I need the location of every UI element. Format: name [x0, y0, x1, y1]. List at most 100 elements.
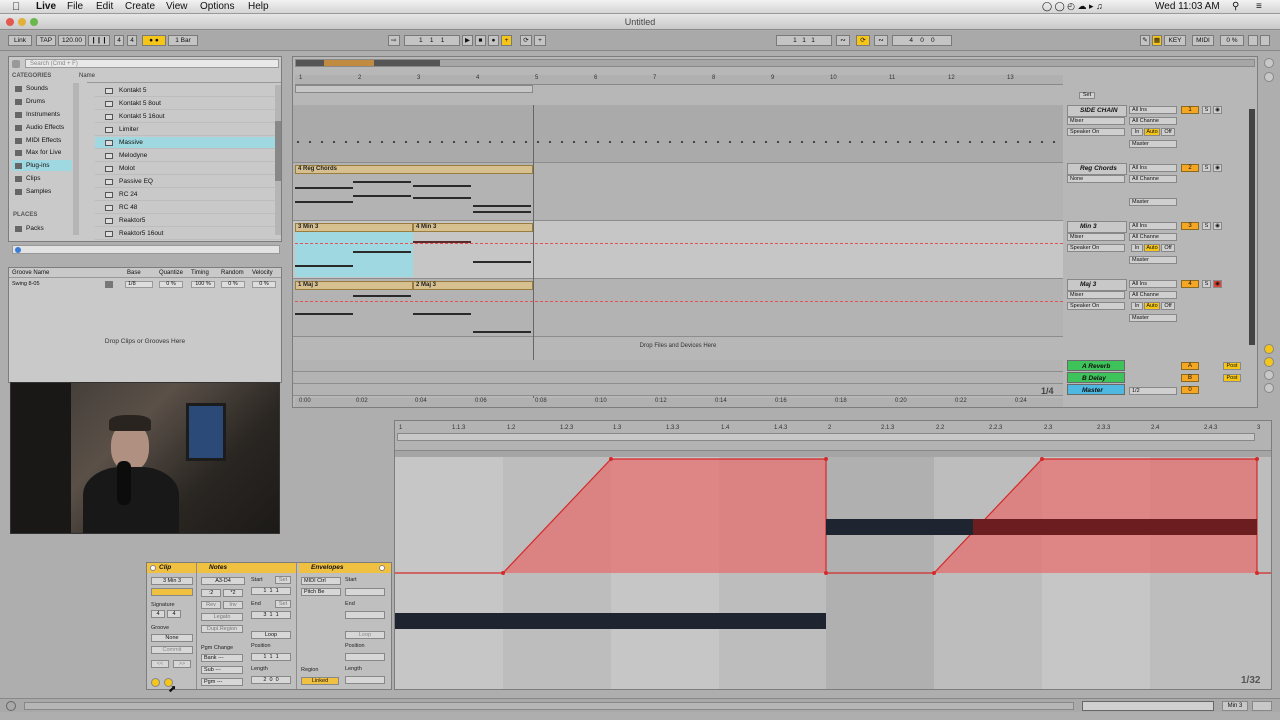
arrangement-overview[interactable]	[295, 59, 1255, 67]
return-b-header[interactable]: B Delay	[1067, 372, 1125, 383]
master-header[interactable]: Master	[1067, 384, 1125, 395]
clip-min3-a[interactable]: 3 Min 3	[295, 223, 413, 232]
position-value[interactable]: 1 1 1	[251, 653, 291, 661]
current-track-label[interactable]: Min 3	[1222, 701, 1248, 711]
info-toggle-icon[interactable]	[6, 701, 16, 711]
sub-field[interactable]: Sub ---	[201, 666, 243, 674]
invert-button[interactable]: Inv	[223, 601, 243, 609]
browser-search-input[interactable]: Search (Cmd + F)	[25, 59, 279, 68]
track-header-side-chain[interactable]: SIDE CHAIN	[1067, 105, 1127, 117]
clip-maj3-a[interactable]: 1 Maj 3	[295, 281, 413, 290]
sends-toggle-icon[interactable]	[1264, 357, 1274, 367]
browser-item[interactable]: Limiter	[95, 124, 281, 136]
category-drums[interactable]: Drums	[12, 96, 72, 107]
track-device-select[interactable]: Mixer	[1067, 117, 1125, 125]
detail-track-selector[interactable]	[1082, 701, 1214, 711]
return-a-header[interactable]: A Reverb	[1067, 360, 1125, 371]
track-device-select[interactable]: Mixer	[1067, 233, 1125, 241]
clip-name-field[interactable]: 3 Min 3	[151, 577, 193, 585]
clip-toggle-icon[interactable]	[150, 565, 156, 571]
track-input-select[interactable]: All Ins	[1129, 222, 1177, 230]
list-icon[interactable]: ≡	[1256, 1, 1262, 12]
clip-groove-select[interactable]: None	[151, 634, 193, 642]
groove-row[interactable]: Swing 8-05 1/8 0 % 100 % 0 % 0 %	[9, 280, 281, 289]
track-output-select[interactable]: Speaker On	[1067, 302, 1125, 310]
transpose-half[interactable]: :2	[201, 589, 221, 597]
return-a-activator[interactable]: A	[1181, 362, 1199, 370]
envelope-breakpoint[interactable]	[501, 571, 505, 575]
add-icon[interactable]: +	[534, 35, 546, 46]
menu-options[interactable]: Options	[200, 1, 234, 12]
envelope-breakpoint[interactable]	[932, 571, 936, 575]
loop-start[interactable]: 1 1 1	[776, 35, 832, 46]
set-locator-button[interactable]: Set	[1079, 92, 1095, 99]
browser-item[interactable]: Kontakt 5 16out	[95, 111, 281, 123]
solo-button[interactable]: S	[1202, 222, 1211, 230]
track-channel-select[interactable]: All Channe	[1129, 175, 1177, 183]
category-sounds[interactable]: Sounds	[12, 83, 72, 94]
category-clips[interactable]: Clips	[12, 173, 72, 184]
browser-item[interactable]: Reaktor5 16out	[95, 228, 281, 240]
monitor-off[interactable]: Off	[1161, 128, 1175, 136]
loop-switch[interactable]: ⟳	[856, 35, 870, 46]
env-start-value[interactable]	[345, 588, 385, 596]
monitor-in[interactable]: In	[1131, 244, 1143, 252]
arm-button[interactable]: ◉	[1213, 164, 1222, 172]
envelope-breakpoint[interactable]	[824, 571, 828, 575]
env-length-value[interactable]	[345, 676, 385, 684]
category-max-for-live[interactable]: Max for Live	[12, 147, 72, 158]
groove-timing[interactable]: 100 %	[191, 281, 215, 288]
browser-item[interactable]: Passive EQ	[95, 176, 281, 188]
track-channel-select[interactable]: All Channe	[1129, 291, 1177, 299]
track-channel-select[interactable]: All Channe	[1129, 233, 1177, 241]
category-samples[interactable]: Samples	[12, 186, 72, 197]
sig-den[interactable]: 4	[127, 35, 137, 46]
tempo-field[interactable]: 120.00	[58, 35, 86, 46]
groove-random[interactable]: 0 %	[221, 281, 245, 288]
name-column-header[interactable]	[87, 73, 281, 83]
length-value[interactable]: 2 0 0	[251, 676, 291, 684]
clip-loop-brace[interactable]	[397, 433, 1255, 441]
apple-icon[interactable]: 	[12, 1, 20, 13]
envelope-breakpoint[interactable]	[824, 457, 828, 461]
groove-velocity[interactable]: 0 %	[252, 281, 276, 288]
return-lane-b[interactable]	[293, 372, 1063, 384]
master-activator[interactable]: 0	[1181, 386, 1199, 394]
track-header-maj-3[interactable]: Maj 3	[1067, 279, 1127, 291]
monitor-in[interactable]: In	[1131, 128, 1143, 136]
track-output-select[interactable]: Speaker On	[1067, 128, 1125, 136]
envelope-source-select[interactable]: MIDI Ctrl	[301, 577, 341, 585]
nudge-buttons[interactable]: ❙❙❙	[88, 35, 110, 46]
quantize-select[interactable]: 1 Bar	[168, 35, 198, 46]
track-input-select[interactable]: All Ins	[1129, 280, 1177, 288]
draw-mode-icon[interactable]: ✎	[1140, 35, 1150, 46]
clip-sig-num[interactable]: 4	[151, 610, 165, 618]
punch-in-icon[interactable]: ∾	[836, 35, 850, 46]
close-icon[interactable]	[6, 18, 14, 26]
clip-min3-b[interactable]: 4 Min 3	[413, 223, 533, 232]
groove-quantize[interactable]: 0 %	[159, 281, 183, 288]
monitor-off[interactable]: Off	[1161, 302, 1175, 310]
browser-scroll-thumb[interactable]	[275, 121, 281, 181]
solo-button[interactable]: S	[1202, 164, 1211, 172]
return-b-activator[interactable]: B	[1181, 374, 1199, 382]
computer-midi-icon[interactable]: ▦	[1152, 35, 1162, 46]
category-instruments[interactable]: Instruments	[12, 109, 72, 120]
arm-button-armed[interactable]: ◉	[1213, 280, 1222, 288]
monitor-auto[interactable]: Auto	[1144, 128, 1160, 136]
play-button[interactable]: ▶	[462, 35, 473, 46]
browser-item[interactable]: Melodyne	[95, 150, 281, 162]
solo-button[interactable]: S	[1202, 106, 1211, 114]
track-master-select[interactable]: Master	[1129, 314, 1177, 322]
track-activator[interactable]: 1	[1181, 106, 1199, 114]
groove-drop-zone[interactable]: Drop Clips or Grooves Here	[9, 338, 281, 345]
key-map-button[interactable]: KEY	[1164, 35, 1186, 46]
menu-edit[interactable]: Edit	[96, 1, 113, 12]
io-toggle-icon[interactable]	[1264, 344, 1274, 354]
track-master-select[interactable]: Master	[1129, 140, 1177, 148]
record-button[interactable]: ●	[488, 35, 499, 46]
bar-ruler[interactable]: 1 2 3 4 5 6 7 8 9 10 11 12 13	[295, 75, 1063, 85]
sig-num[interactable]: 4	[114, 35, 124, 46]
overview-pan-icon[interactable]	[1264, 72, 1274, 82]
menu-file[interactable]: File	[67, 1, 83, 12]
